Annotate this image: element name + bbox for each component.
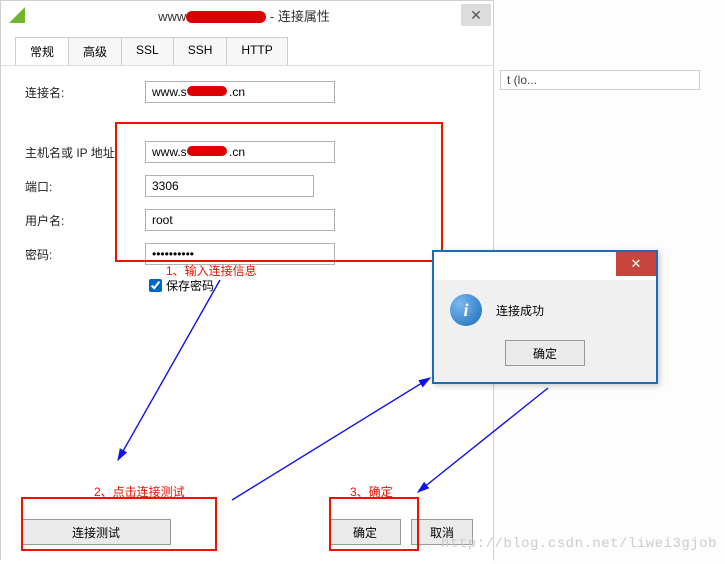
form-area: 连接名: .cn 主机名或 IP 地址: .cn 端口: 用户名: (1, 66, 493, 564)
save-password-checkbox[interactable] (149, 279, 162, 292)
msgbox-titlebar: ✕ (434, 252, 656, 280)
tab-general[interactable]: 常规 (15, 37, 69, 65)
redacted-title (186, 11, 266, 23)
cancel-button[interactable]: 取消 (411, 519, 473, 545)
user-input[interactable] (145, 209, 335, 231)
ok-button[interactable]: 确定 (329, 519, 401, 545)
title-text-prefix: www (158, 9, 186, 24)
tab-ssl[interactable]: SSL (121, 37, 174, 65)
redacted-conn-name (187, 86, 227, 96)
side-panel-text: t (lo... (500, 70, 700, 90)
label-port: 端口: (25, 178, 145, 195)
tab-http[interactable]: HTTP (226, 37, 287, 65)
close-button[interactable]: ✕ (461, 4, 491, 26)
message-box: ✕ i 连接成功 确定 (432, 250, 658, 384)
bottom-buttons: 连接测试 确定 取消 (1, 519, 493, 545)
info-icon: i (450, 294, 482, 326)
tab-ssh[interactable]: SSH (173, 37, 228, 65)
label-host: 主机名或 IP 地址: (25, 144, 145, 161)
msgbox-body: i 连接成功 (434, 280, 656, 340)
label-password: 密码: (25, 246, 145, 263)
msgbox-footer: 确定 (434, 340, 656, 376)
app-icon (7, 5, 27, 25)
tab-advanced[interactable]: 高级 (68, 37, 122, 65)
test-connection-button[interactable]: 连接测试 (21, 519, 171, 545)
msgbox-text: 连接成功 (496, 302, 544, 319)
row-user: 用户名: (25, 208, 469, 232)
msgbox-close-button[interactable]: ✕ (616, 252, 656, 276)
tabs: 常规 高级 SSL SSH HTTP (1, 29, 493, 66)
redacted-host (187, 146, 227, 156)
label-connection-name: 连接名: (25, 84, 145, 101)
window-title: www - 连接属性 (27, 6, 461, 25)
title-text-suffix: - 连接属性 (266, 9, 330, 24)
save-password-label: 保存密码 (166, 277, 214, 294)
row-port: 端口: (25, 174, 469, 198)
row-host: 主机名或 IP 地址: .cn (25, 140, 469, 164)
row-connection-name: 连接名: .cn (25, 80, 469, 104)
host-input[interactable] (145, 141, 335, 163)
password-input[interactable] (145, 243, 335, 265)
row-save-password: 保存密码 (145, 276, 469, 295)
connection-properties-window: www - 连接属性 ✕ 常规 高级 SSL SSH HTTP 连接名: .cn… (0, 0, 494, 560)
label-user: 用户名: (25, 212, 145, 229)
port-input[interactable] (145, 175, 314, 197)
row-password: 密码: (25, 242, 469, 266)
msgbox-ok-button[interactable]: 确定 (505, 340, 585, 366)
connection-name-input[interactable] (145, 81, 335, 103)
titlebar: www - 连接属性 ✕ (1, 1, 493, 29)
